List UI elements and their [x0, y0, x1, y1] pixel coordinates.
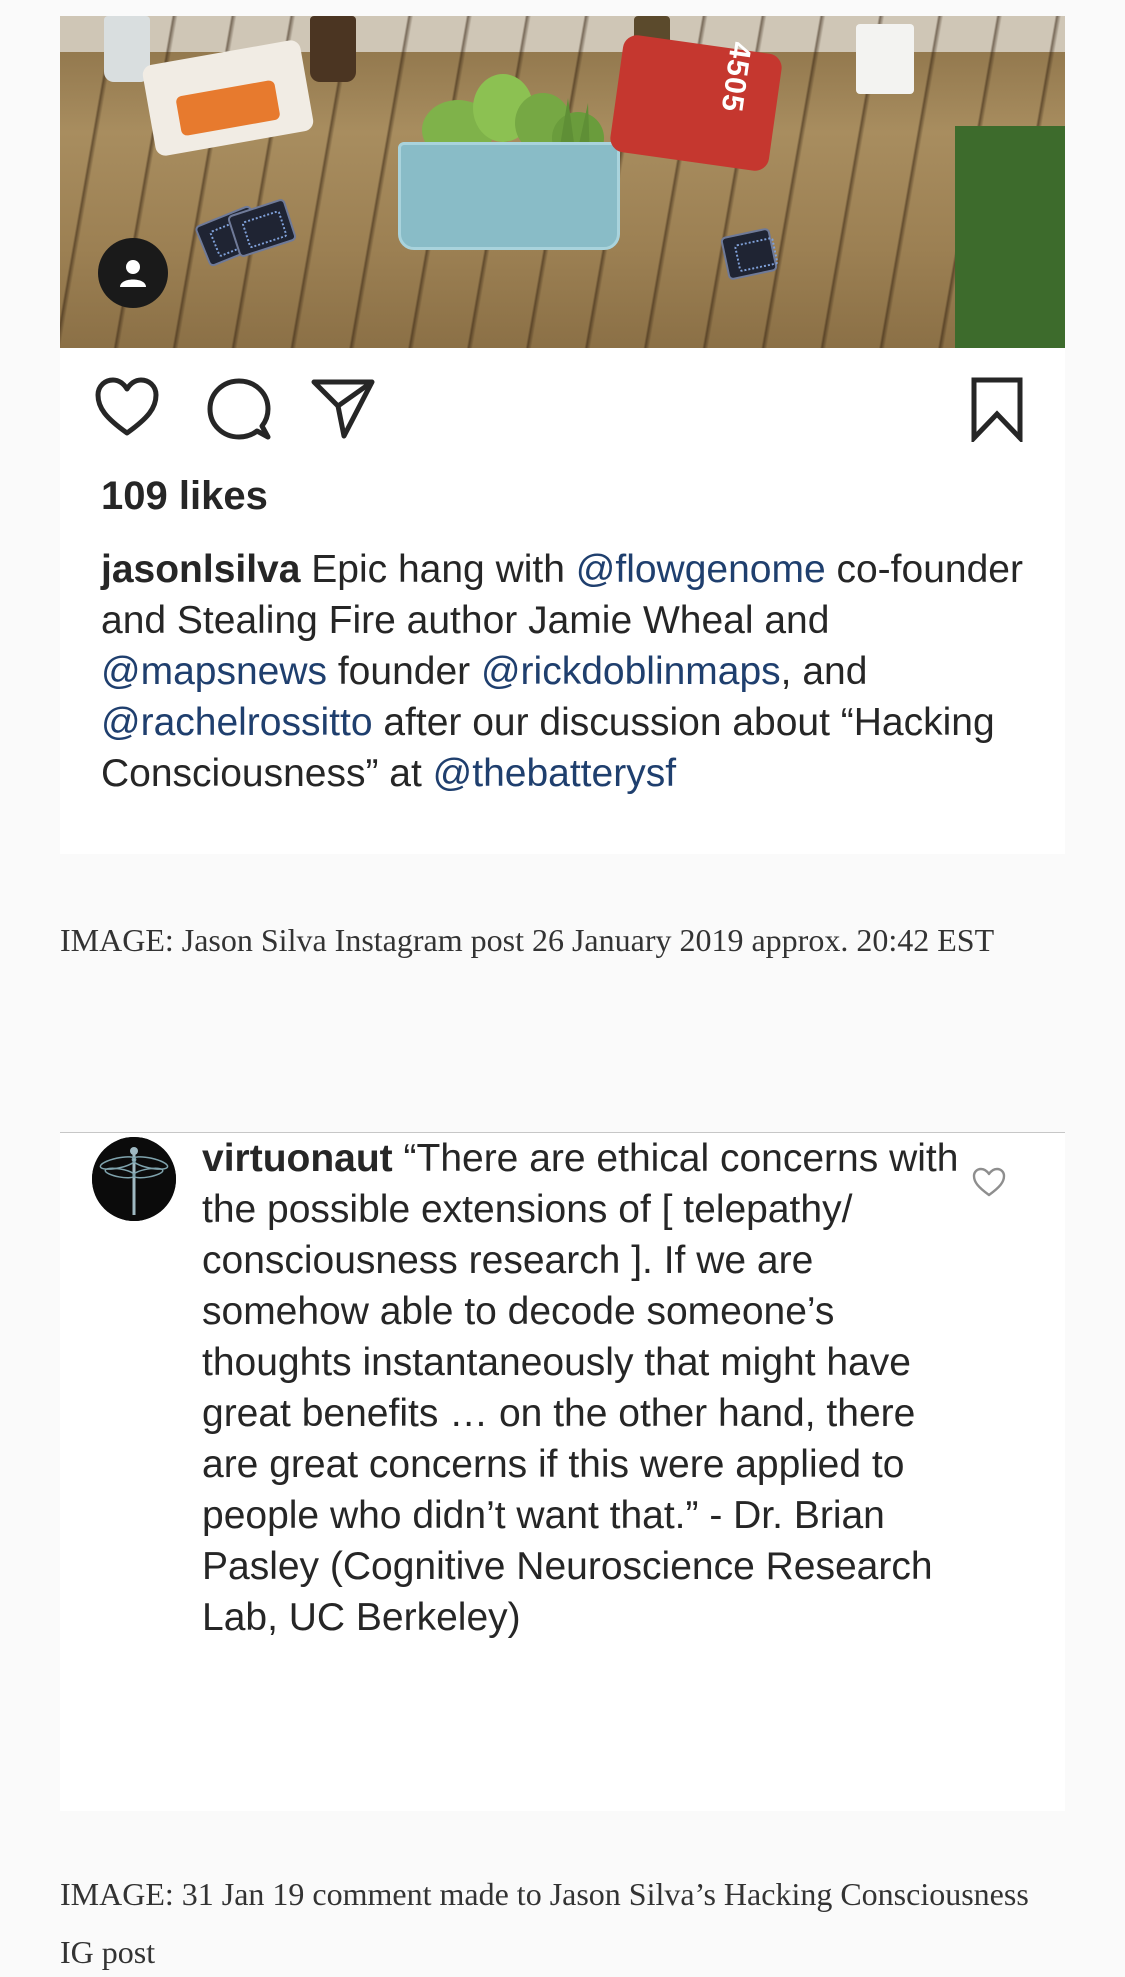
- dragonfly-avatar-icon: [92, 1137, 176, 1221]
- chips-bag: [608, 33, 784, 173]
- person-icon: [120, 260, 146, 287]
- small-box: [856, 24, 914, 94]
- mention-rachelrossitto[interactable]: @rachelrossitto: [101, 701, 373, 744]
- mention-mapsnews[interactable]: @mapsnews: [101, 650, 327, 693]
- share-icon: [311, 379, 375, 439]
- heart-outline-icon: [972, 1167, 1006, 1197]
- caption-text: founder: [327, 650, 481, 693]
- share-button[interactable]: [310, 376, 376, 442]
- comment-body: “There are ethical concerns with the pos…: [202, 1137, 959, 1639]
- mention-flowgenome[interactable]: @flowgenome: [576, 548, 826, 591]
- bottle: [310, 16, 356, 82]
- comment-username[interactable]: virtuonaut: [202, 1137, 393, 1180]
- caption-username[interactable]: jasonlsilva: [101, 548, 300, 591]
- instagram-post: 4505 109 likes jasonlsilva Epic hang wit…: [60, 16, 1065, 854]
- tag-people-button[interactable]: [98, 238, 168, 308]
- mention-rickdoblinmaps[interactable]: @rickdoblinmaps: [481, 650, 781, 693]
- post-actions: [60, 376, 1065, 446]
- save-button[interactable]: [964, 376, 1030, 445]
- comment-like-button[interactable]: [972, 1167, 1012, 1203]
- image-caption-post: IMAGE: Jason Silva Instagram post 26 Jan…: [60, 922, 995, 958]
- mention-thebatterysf[interactable]: @thebatterysf: [433, 752, 676, 795]
- caption-text: , and: [780, 650, 868, 693]
- commenter-avatar[interactable]: [92, 1137, 176, 1221]
- heart-icon: [95, 377, 159, 436]
- bookmark-icon: [971, 377, 1023, 445]
- comment-button[interactable]: [206, 376, 272, 442]
- likes-count[interactable]: 109 likes: [101, 474, 268, 519]
- post-photo[interactable]: 4505: [60, 16, 1065, 348]
- comment-icon: [207, 378, 271, 440]
- post-caption: jasonlsilva Epic hang with @flowgenome c…: [101, 544, 1041, 799]
- planter: [398, 142, 620, 250]
- photo-grass: [955, 126, 1065, 348]
- comment-text: virtuonaut “There are ethical concerns w…: [202, 1133, 962, 1643]
- like-button[interactable]: [94, 376, 160, 442]
- instagram-comment: virtuonaut “There are ethical concerns w…: [60, 1133, 1065, 1811]
- image-caption-comment: IMAGE: 31 Jan 19 comment made to Jason S…: [60, 1876, 1029, 1970]
- caption-text: Epic hang with: [300, 548, 576, 591]
